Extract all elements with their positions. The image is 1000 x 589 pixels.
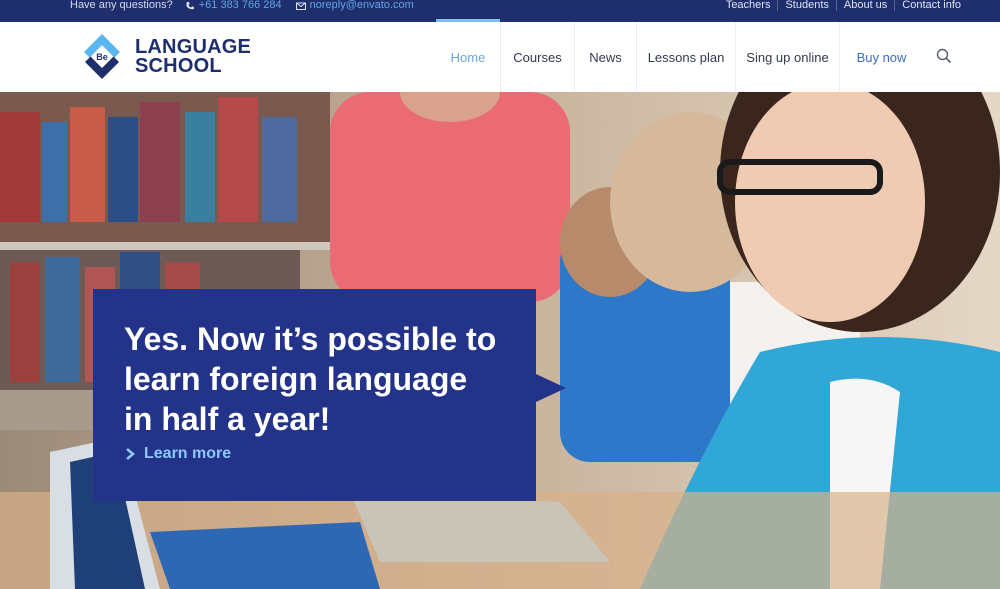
search-icon[interactable] [936,48,952,64]
nav-item-sign-up-online[interactable]: Sing up online [735,22,839,92]
mail-icon [295,2,306,10]
hero-section: Yes. Now it’s possible to learn foreign … [0,92,1000,589]
question-text: Have any questions? [70,0,173,11]
top-bar: Have any questions? +61 383 766 284 nore… [0,0,1000,22]
nav-item-buy-now[interactable]: Buy now [839,22,923,92]
hero-headline: Yes. Now it’s possible to learn foreign … [124,319,524,439]
phone-icon [186,1,194,9]
learn-more-label: Learn more [144,445,232,462]
hero-headline-line-2: learn foreign language [124,361,468,397]
top-link-students[interactable]: Students [777,0,835,11]
phone-link[interactable]: +61 383 766 284 [185,0,282,11]
email-link[interactable]: noreply@envato.com [295,0,414,11]
email-address: noreply@envato.com [309,0,414,11]
top-link-about-us[interactable]: About us [835,0,894,11]
hero-headline-line-1: Yes. Now it’s possible to [124,321,497,357]
nav-item-courses[interactable]: Courses [500,22,574,92]
logo[interactable]: Be LANGUAGE SCHOOL [83,33,251,81]
top-link-contact-info[interactable]: Contact info [894,0,968,11]
chevron-right-icon [126,448,136,460]
contact-info: Have any questions? +61 383 766 284 nore… [70,0,414,11]
learn-more-link[interactable]: Learn more [124,445,231,463]
phone-number: +61 383 766 284 [198,0,282,11]
site-header: Be LANGUAGE SCHOOL Home Courses News Les… [0,19,1000,92]
logo-text: LANGUAGE SCHOOL [135,37,251,77]
logo-diamond-icon: Be [83,33,121,81]
top-link-teachers[interactable]: Teachers [719,0,778,11]
logo-badge: Be [96,52,108,62]
nav-item-lessons-plan[interactable]: Lessons plan [636,22,735,92]
main-nav: Home Courses News Lessons plan Sing up o… [436,19,923,92]
logo-line-2: SCHOOL [135,55,222,77]
top-links: Teachers Students About us Contact info [719,0,968,11]
hero-headline-line-3: in half a year! [124,401,331,437]
hero-banner-tail [536,374,566,402]
nav-item-home[interactable]: Home [436,19,500,92]
nav-item-news[interactable]: News [574,22,636,92]
